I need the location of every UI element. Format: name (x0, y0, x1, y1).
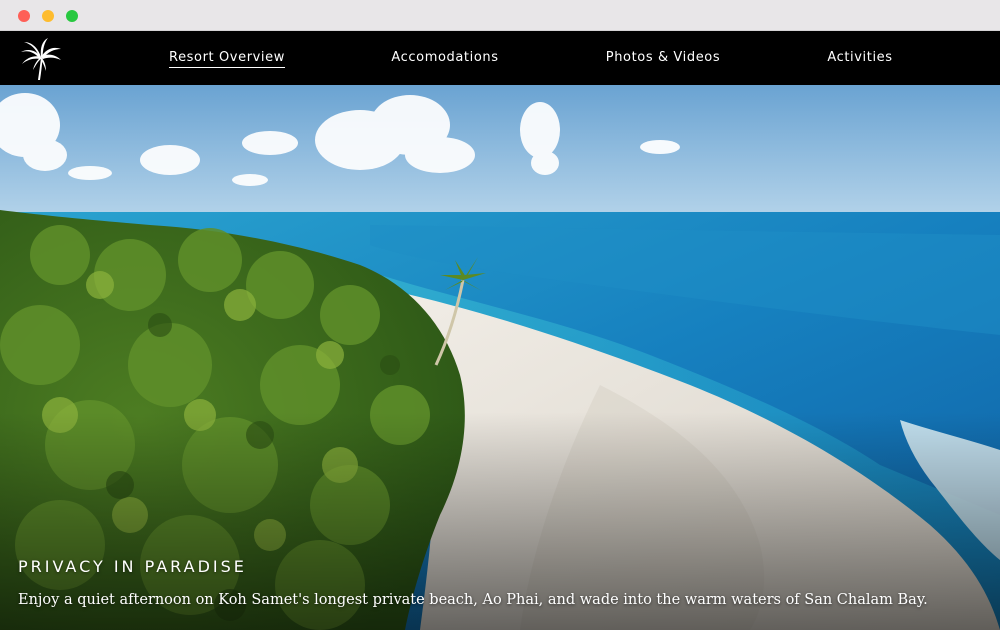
nav-resort-overview[interactable]: Resort Overview (169, 50, 285, 68)
nav-activities[interactable]: Activities (827, 50, 892, 68)
window-titlebar (0, 0, 1000, 31)
hero-section: PRIVACY IN PARADISE Enjoy a quiet aftern… (0, 85, 1000, 630)
palm-tree-icon[interactable] (18, 36, 64, 82)
hero-description: Enjoy a quiet afternoon on Koh Samet's l… (18, 592, 928, 608)
nav-accomodations[interactable]: Accomodations (391, 50, 498, 68)
site-navbar: Resort Overview Accomodations Photos & V… (0, 31, 1000, 85)
minimize-window-button[interactable] (42, 10, 54, 22)
nav-photos-videos[interactable]: Photos & Videos (606, 50, 720, 68)
hero-caption: PRIVACY IN PARADISE Enjoy a quiet aftern… (18, 557, 978, 608)
close-window-button[interactable] (18, 10, 30, 22)
hero-title: PRIVACY IN PARADISE (18, 557, 247, 576)
hero-beach-image (0, 85, 1000, 630)
browser-window: Resort Overview Accomodations Photos & V… (0, 0, 1000, 630)
zoom-window-button[interactable] (66, 10, 78, 22)
